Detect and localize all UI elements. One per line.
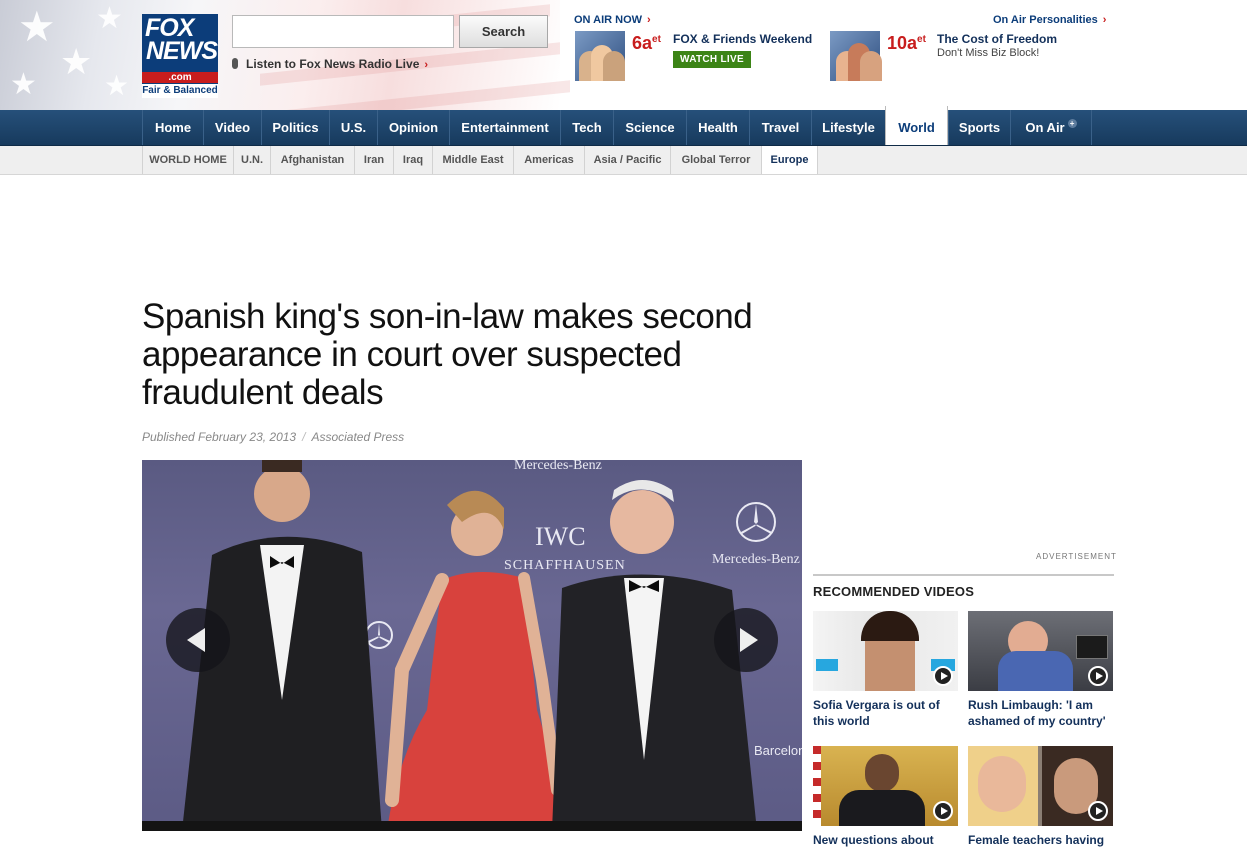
on-air-personalities-link[interactable]: On Air Personalities › [993,14,1106,26]
subnav-item-afghanistan[interactable]: Afghanistan [270,146,354,174]
personalities-time: 10aet [887,33,926,53]
main-nav: Home Video Politics U.S. Opinion Enterta… [0,106,1247,146]
on-air-thumbnail[interactable] [575,31,625,81]
recommended-videos-title: RECOMMENDED VIDEOS [813,584,975,599]
search-input[interactable] [232,15,454,48]
chevron-right-icon: › [1102,14,1107,26]
subnav-item-world-home[interactable]: WORLD HOME [142,146,233,174]
video-card[interactable]: New questions about [813,746,958,848]
nav-item-video[interactable]: Video [203,110,261,145]
article-photo: Mercedes-Benz IWC SCHAFFHAUSEN Mercedes-… [142,460,802,831]
byline-divider: / [302,430,306,444]
article-headline: Spanish king's son-in-law makes second a… [142,297,753,412]
radio-link-label: Listen to Fox News Radio Live [246,57,420,71]
carousel-prev-button[interactable] [166,608,230,672]
chevron-left-icon [187,628,205,652]
nav-item-opinion[interactable]: Opinion [377,110,449,145]
nav-item-travel[interactable]: Travel [749,110,811,145]
chevron-right-icon: › [424,59,429,71]
on-air-now-label: ON AIR NOW [574,14,643,26]
nav-item-tech[interactable]: Tech [560,110,613,145]
advertisement-label: ADVERTISEMENT [1036,552,1117,561]
chevron-right-icon: › [647,14,651,26]
nav-item-politics[interactable]: Politics [261,110,329,145]
nav-item-sports[interactable]: Sports [948,110,1010,145]
play-icon [1088,666,1108,686]
nav-item-health[interactable]: Health [686,110,749,145]
nav-item-home[interactable]: Home [142,110,203,145]
video-thumbnail [813,611,958,691]
carousel-next-button[interactable] [714,608,778,672]
logo-com-text: .com [142,72,218,83]
subnav-item-un[interactable]: U.N. [233,146,270,174]
personalities-thumbnail[interactable] [830,31,882,81]
video-caption[interactable]: New questions about [813,832,958,848]
plus-icon: + [1067,119,1077,128]
nav-item-science[interactable]: Science [613,110,686,145]
video-caption[interactable]: Sofia Vergara is out of this world [813,697,958,729]
video-card[interactable]: Female teachers having [968,746,1113,848]
video-caption[interactable]: Rush Limbaugh: 'I am ashamed of my count… [968,697,1113,729]
recommended-divider [813,574,1114,576]
subnav-item-iraq[interactable]: Iraq [393,146,432,174]
subnav-item-asia-pacific[interactable]: Asia / Pacific [584,146,670,174]
logo-tagline: Fair & Balanced [142,84,218,98]
on-air-time: 6aet [632,33,661,53]
nav-item-world[interactable]: World [885,106,948,145]
play-icon [1088,801,1108,821]
nav-item-lifestyle[interactable]: Lifestyle [811,110,885,145]
published-date: Published February 23, 2013 [142,430,297,444]
subnav-item-global-terror[interactable]: Global Terror [670,146,761,174]
nav-item-on-air[interactable]: On Air + [1010,110,1092,145]
nav-item-entertainment[interactable]: Entertainment [449,110,560,145]
watch-live-button[interactable]: WATCH LIVE [673,51,751,68]
photo-people-illustration [182,460,757,831]
on-air-now-link[interactable]: ON AIR NOW › [574,14,651,26]
video-thumbnail [968,746,1113,826]
nav-item-us[interactable]: U.S. [329,110,377,145]
video-caption[interactable]: Female teachers having [968,832,1113,848]
personalities-subtitle: Don't Miss Biz Block! [937,47,1040,59]
microphone-icon [232,58,238,69]
fox-news-logo[interactable]: FOX NEWS .com Fair & Balanced [142,14,218,98]
video-card[interactable]: Rush Limbaugh: 'I am ashamed of my count… [968,611,1113,729]
play-icon [933,801,953,821]
search-button[interactable]: Search [459,15,548,48]
nav-on-air-label: On Air [1025,120,1065,135]
play-icon [933,666,953,686]
site-header: ★ ★ ★ ★ ★ FOX NEWS .com Fair & Balanced … [0,0,1247,110]
chevron-right-icon [740,628,758,652]
video-card[interactable]: Sofia Vergara is out of this world [813,611,958,729]
video-thumbnail [813,746,958,826]
on-air-show-title[interactable]: FOX & Friends Weekend [673,32,812,46]
article-source: Associated Press [311,430,405,444]
radio-link[interactable]: Listen to Fox News Radio Live › [232,57,428,71]
subnav-item-middle-east[interactable]: Middle East [432,146,513,174]
personalities-label: On Air Personalities [993,14,1098,26]
subnav-item-americas[interactable]: Americas [513,146,584,174]
article-byline: Published February 23, 2013 / Associated P… [142,430,404,444]
subnav-item-europe[interactable]: Europe [761,146,818,174]
world-subnav: WORLD HOME U.N. Afghanistan Iran Iraq Mi… [0,146,1247,175]
subnav-item-iran[interactable]: Iran [354,146,393,174]
personalities-show-title[interactable]: The Cost of Freedom [937,32,1057,46]
photo-caption-bar [142,821,802,831]
video-thumbnail [968,611,1113,691]
logo-news-text: NEWS [146,37,218,65]
